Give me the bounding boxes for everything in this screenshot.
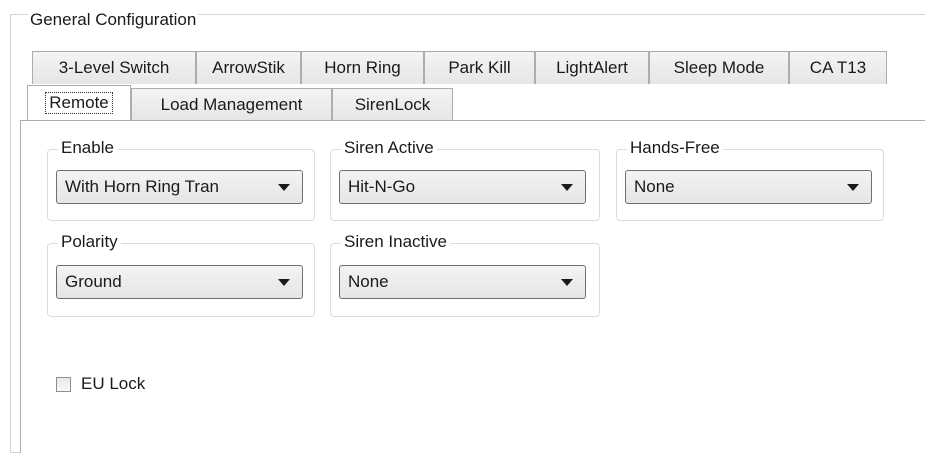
polarity-label: Polarity — [58, 232, 121, 252]
tab-ca-t13[interactable]: CA T13 — [789, 51, 887, 84]
chevron-down-icon — [847, 184, 859, 191]
siren-inactive-value: None — [348, 272, 389, 291]
tab-label: Park Kill — [448, 58, 511, 77]
siren-inactive-label: Siren Inactive — [341, 232, 450, 252]
siren-active-label: Siren Active — [341, 138, 437, 158]
hands-free-label: Hands-Free — [627, 138, 723, 158]
tab-arrowstik[interactable]: ArrowStik — [196, 51, 301, 84]
tab-horn-ring[interactable]: Horn Ring — [301, 51, 424, 84]
polarity-fieldset: Polarity Ground — [47, 232, 315, 317]
group-title: General Configuration — [28, 10, 199, 30]
tab-label: Sleep Mode — [673, 58, 765, 77]
tab-park-kill[interactable]: Park Kill — [424, 51, 535, 84]
polarity-value: Ground — [65, 272, 122, 291]
chevron-down-icon — [278, 184, 290, 191]
enable-fieldset: Enable With Horn Ring Tran — [47, 138, 315, 221]
siren-inactive-fieldset: Siren Inactive None — [330, 232, 600, 317]
tab-3-level-switch[interactable]: 3-Level Switch — [32, 51, 196, 84]
tab-label: Horn Ring — [324, 58, 401, 77]
tab-label: ArrowStik — [212, 58, 285, 77]
hands-free-dropdown[interactable]: None — [625, 170, 872, 204]
eu-lock-checkbox[interactable] — [56, 377, 71, 392]
eu-lock-label[interactable]: EU Lock — [81, 374, 145, 394]
chevron-down-icon — [561, 279, 573, 286]
tab-sleep-mode[interactable]: Sleep Mode — [649, 51, 789, 84]
tab-lightalert[interactable]: LightAlert — [535, 51, 649, 84]
siren-inactive-dropdown[interactable]: None — [339, 265, 586, 299]
chevron-down-icon — [561, 184, 573, 191]
tab-label: Load Management — [160, 94, 303, 114]
tab-label: LightAlert — [556, 58, 628, 77]
tab-label: 3-Level Switch — [58, 58, 170, 77]
tab-sirenlock[interactable]: SirenLock — [332, 88, 453, 120]
enable-value: With Horn Ring Tran — [65, 177, 219, 196]
tab-label: SirenLock — [354, 94, 431, 114]
enable-label: Enable — [58, 138, 117, 158]
enable-dropdown[interactable]: With Horn Ring Tran — [56, 170, 303, 204]
tab-label: CA T13 — [809, 58, 867, 77]
siren-active-dropdown[interactable]: Hit-N-Go — [339, 170, 586, 204]
tab-label: Remote — [45, 92, 113, 114]
siren-active-value: Hit-N-Go — [348, 177, 416, 196]
remote-tab-panel: Enable With Horn Ring Tran Siren Active … — [20, 120, 925, 453]
tab-remote[interactable]: Remote — [27, 85, 131, 120]
siren-active-fieldset: Siren Active Hit-N-Go — [330, 138, 600, 221]
chevron-down-icon — [278, 279, 290, 286]
hands-free-value: None — [634, 177, 675, 196]
hands-free-fieldset: Hands-Free None — [616, 138, 884, 221]
tab-load-management[interactable]: Load Management — [131, 88, 332, 120]
polarity-dropdown[interactable]: Ground — [56, 265, 303, 299]
